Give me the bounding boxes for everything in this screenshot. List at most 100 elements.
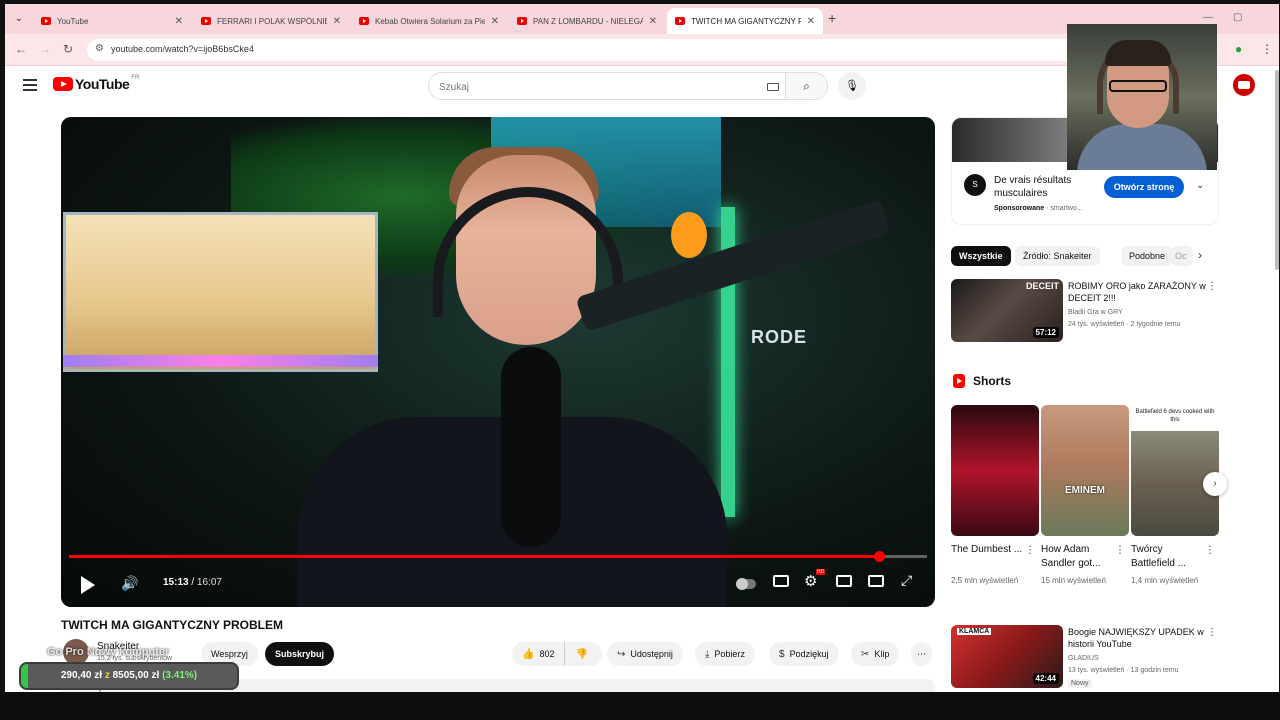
more-actions-button[interactable]: ⋯ xyxy=(911,642,932,666)
tab-label: FERRARI I POLAK WSPÓLNIE N xyxy=(217,16,327,26)
shorts-next-chevron-icon[interactable]: › xyxy=(1203,472,1227,496)
download-icon: ⤓ xyxy=(705,648,710,660)
youtube-logo[interactable]: YouTube FR xyxy=(53,75,139,92)
microphone xyxy=(501,347,561,547)
subscribe-button[interactable]: Subskrybuj xyxy=(265,642,335,666)
subtitles-icon[interactable] xyxy=(773,575,789,587)
search-icon: ⌕ xyxy=(803,79,810,93)
bottom-black-bar xyxy=(0,692,1280,720)
site-info-icon[interactable]: ⚙ xyxy=(95,43,104,54)
page-scrollbar[interactable] xyxy=(1275,70,1279,270)
close-icon[interactable]: ✕ xyxy=(491,16,499,27)
shorts-icon xyxy=(953,374,965,388)
volume-icon[interactable]: 🔊 xyxy=(121,575,138,592)
donation-goal-bar: 290,40 zł z 8505,00 zł (3.41%) xyxy=(19,662,239,690)
webcam-person-hair xyxy=(1105,40,1171,66)
like-button[interactable]: 👍 802 xyxy=(512,642,566,666)
minimize-icon[interactable]: — xyxy=(1203,12,1213,23)
donation-goal-text: 290,40 zł z 8505,00 zł (3.41%) xyxy=(21,670,237,681)
search-input[interactable] xyxy=(439,79,759,95)
maximize-icon[interactable]: ▢ xyxy=(1233,12,1242,23)
video-thumbnail[interactable]: KLAMCA 42:44 xyxy=(951,625,1063,688)
account-avatar[interactable] xyxy=(1233,74,1255,96)
chip-all[interactable]: Wszystkie xyxy=(951,246,1011,266)
short-views: 15 mln wyświetleń xyxy=(1041,576,1106,585)
chip-source-channel[interactable]: Źródło: Snakeiter xyxy=(1015,246,1100,266)
short-item[interactable]: The Dumbest ... ⋮ 2,5 mln wyświetleń xyxy=(951,405,1039,585)
duck-figure xyxy=(671,212,707,258)
download-button[interactable]: ⤓ Pobierz xyxy=(695,642,755,666)
video-channel[interactable]: GLADIUS xyxy=(1068,655,1099,662)
menu-dots-icon[interactable]: ⋮ xyxy=(1261,42,1273,56)
profile-icon[interactable]: ● xyxy=(1235,42,1242,56)
short-thumbnail[interactable] xyxy=(951,405,1039,536)
ad-open-site-button[interactable]: Otwórz stronę xyxy=(1104,176,1184,198)
more-vertical-icon[interactable]: ⋮ xyxy=(1025,545,1035,556)
video-channel[interactable]: Bladii Gra w GRY xyxy=(1068,309,1123,316)
fullscreen-icon[interactable]: ⤢ xyxy=(901,572,912,589)
close-icon[interactable]: ✕ xyxy=(175,16,183,27)
progress-bar[interactable] xyxy=(69,551,927,562)
chip-more[interactable]: Oc xyxy=(1171,246,1193,266)
miniplayer-icon[interactable] xyxy=(836,575,852,587)
search-button[interactable]: ⌕ xyxy=(785,73,827,99)
donation-goal: 8505,00 zł xyxy=(112,670,160,681)
more-vertical-icon[interactable]: ⋮ xyxy=(1115,545,1125,556)
theater-mode-icon[interactable] xyxy=(868,575,884,587)
chevron-right-icon[interactable]: › xyxy=(1198,248,1202,262)
tab-kebab[interactable]: Kebab Otwiera Solarium za Pie ✕ xyxy=(351,8,507,34)
video-title[interactable]: ROBIMY ORO jako ZARAŻONY w DECEIT 2!!! xyxy=(1068,280,1208,304)
terrarium xyxy=(63,212,378,372)
tab-lombard[interactable]: PAN Z LOMBARDU - NIELEGAL ✕ xyxy=(509,8,665,34)
video-player[interactable]: RODE 🔊 15:13 / 16:07 ⚙ HD ⤢ xyxy=(61,117,935,607)
time-display: 15:13 / 16:07 xyxy=(163,577,222,588)
short-title[interactable]: Twórcy Battlefield ... xyxy=(1131,543,1207,571)
new-tab-button[interactable]: + xyxy=(828,10,836,26)
hamburger-menu-icon[interactable] xyxy=(23,79,37,91)
autoplay-toggle[interactable] xyxy=(736,578,756,590)
tab-ferrari[interactable]: FERRARI I POLAK WSPÓLNIE N ✕ xyxy=(193,8,349,34)
progress-played xyxy=(69,555,879,558)
share-button[interactable]: ↪ Udostępnij xyxy=(607,642,683,666)
short-title[interactable]: The Dumbest ... xyxy=(951,543,1027,557)
short-item[interactable]: EMINEM How Adam Sandler got... ⋮ 15 mln … xyxy=(1041,405,1129,585)
video-title[interactable]: Boogie NAJWIĘKSZY UPADEK w historii YouT… xyxy=(1068,626,1208,650)
close-icon[interactable]: ✕ xyxy=(649,16,657,27)
progress-scrubber[interactable] xyxy=(873,551,885,562)
recommended-video[interactable]: DECEIT 57:12 ROBIMY ORO jako ZARAŻONY w … xyxy=(951,279,1219,343)
ad-title[interactable]: De vrais résultats musculaires xyxy=(994,174,1094,200)
back-arrow-icon[interactable]: ← xyxy=(15,42,27,56)
tab-twitch-active[interactable]: TWITCH MA GIGANTYCZNY PR ✕ xyxy=(667,8,823,34)
search-box: ⌕ xyxy=(428,72,828,100)
short-item[interactable]: Battlefield 6 devs cooked with this Twór… xyxy=(1131,405,1219,585)
chip-related[interactable]: Podobne xyxy=(1121,246,1174,266)
short-title[interactable]: How Adam Sandler got... xyxy=(1041,543,1117,571)
dislike-button[interactable]: 👎 xyxy=(565,649,597,660)
play-icon[interactable] xyxy=(81,576,95,594)
video-thumbnail[interactable]: DECEIT 57:12 xyxy=(951,279,1063,342)
keyboard-icon[interactable] xyxy=(767,83,779,91)
streamer-webcam-overlay xyxy=(1067,24,1217,170)
recommended-video[interactable]: KLAMCA 42:44 Boogie NAJWIĘKSZY UPADEK w … xyxy=(951,625,1219,689)
more-vertical-icon[interactable]: ⋮ xyxy=(1207,281,1217,292)
chevron-down-icon[interactable]: ⌄ xyxy=(1196,180,1204,191)
video-meta: 24 tys. wyświetleń · 2 tygodnie temu xyxy=(1068,321,1181,328)
more-horizontal-icon: ⋯ xyxy=(917,648,926,659)
thanks-button[interactable]: $ Podziękuj xyxy=(769,642,839,666)
current-time: 15:13 xyxy=(163,577,189,588)
donation-of: z xyxy=(104,670,110,681)
close-icon[interactable]: ✕ xyxy=(807,16,815,27)
short-thumbnail[interactable]: EMINEM xyxy=(1041,405,1129,536)
more-vertical-icon[interactable]: ⋮ xyxy=(1207,627,1217,638)
more-vertical-icon[interactable]: ⋮ xyxy=(1205,545,1215,556)
clip-button[interactable]: ✂ Klip xyxy=(851,642,900,666)
voice-search-mic-icon[interactable]: 🎙 xyxy=(838,72,866,100)
tab-search-icon[interactable]: ⌄ xyxy=(11,11,27,27)
close-icon[interactable]: ✕ xyxy=(333,16,341,27)
short-thumbnail[interactable]: Battlefield 6 devs cooked with this xyxy=(1131,405,1219,536)
url-field[interactable]: ⚙ youtube.com/watch?v=ijoB6bsCke4 xyxy=(87,39,1077,61)
like-dislike-group: 👍 802 👎 xyxy=(512,642,602,666)
forward-arrow-icon[interactable]: → xyxy=(39,42,51,56)
reload-icon[interactable]: ↻ xyxy=(63,42,73,56)
tab-youtube[interactable]: YouTube ✕ xyxy=(33,8,191,34)
